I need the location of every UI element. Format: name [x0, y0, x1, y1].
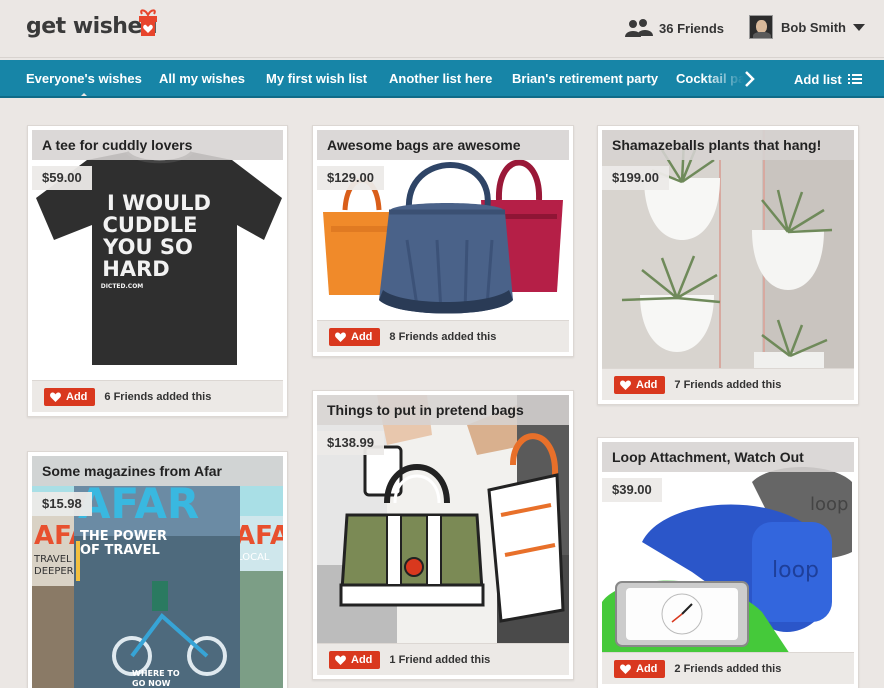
wish-card[interactable]: Things to put in pretend bags $138.99 Ad…: [312, 390, 574, 680]
friends-added-count[interactable]: 2 Friends added this: [674, 663, 781, 675]
price-tag: $138.99: [317, 431, 384, 455]
card-title[interactable]: Some magazines from Afar: [32, 456, 283, 486]
list-nav: Everyone's wishes All my wishes My first…: [0, 60, 884, 98]
mag-right-title: AFAR: [235, 521, 283, 551]
card-footer: Add 6 Friends added this: [32, 380, 283, 412]
magazines-image[interactable]: AFAR TRAVEL DEEPER AFAR LOCAL AFAR THE P…: [32, 456, 283, 688]
card-title[interactable]: Things to put in pretend bags: [317, 395, 569, 425]
tab-another-list-here[interactable]: Another list here: [389, 60, 492, 96]
chevron-down-icon: [853, 23, 865, 31]
mag-front-head-1: THE POWER: [80, 529, 167, 544]
loop-logo-gray: loop: [810, 494, 848, 515]
loop-logo-blue: loop: [772, 558, 819, 583]
add-label: Add: [351, 330, 373, 343]
user-menu[interactable]: Bob Smith: [749, 14, 865, 40]
friends-added-count[interactable]: 7 Friends added this: [674, 379, 781, 391]
card-footer: Add 7 Friends added this: [602, 368, 854, 400]
price-tag: $15.98: [32, 492, 92, 516]
wish-card[interactable]: Shamazeballs plants that hang! $199.00 A…: [597, 125, 859, 405]
add-list-button[interactable]: Add list: [794, 60, 862, 96]
mag-left-line-2: DEEPER: [34, 566, 74, 577]
mag-front-head-2: OF TRAVEL: [80, 543, 160, 558]
add-button[interactable]: Add: [614, 659, 666, 678]
friends-link[interactable]: 36 Friends: [625, 18, 724, 38]
wish-card[interactable]: Awesome bags are awesome $129.00 Add 8 F…: [312, 125, 574, 357]
friends-added-count[interactable]: 6 Friends added this: [104, 391, 211, 403]
add-button[interactable]: Add: [329, 650, 381, 669]
tab-all-my-wishes[interactable]: All my wishes: [159, 60, 245, 96]
user-name: Bob Smith: [781, 19, 846, 35]
heart-icon: [620, 379, 631, 390]
heart-icon: [335, 331, 346, 342]
wish-card[interactable]: A tee for cuddly lovers $59.00 I WOULD C…: [27, 125, 288, 417]
mag-front-foot-1: WHERE TO: [132, 669, 180, 678]
card-footer: Add 1 Friend added this: [317, 643, 569, 675]
card-title[interactable]: Shamazeballs plants that hang!: [602, 130, 854, 160]
friends-added-count[interactable]: 8 Friends added this: [389, 331, 496, 343]
shirt-text-4: HARD: [102, 257, 169, 281]
chevron-right-icon[interactable]: [742, 70, 756, 88]
add-label: Add: [351, 653, 373, 666]
heart-icon: [620, 663, 631, 674]
shirt-text-1: I WOULD: [107, 191, 211, 215]
friends-count: 36 Friends: [659, 20, 725, 36]
tab-cocktail-party-label: Cocktail party: [676, 71, 744, 86]
gift-icon: [139, 9, 157, 36]
card-footer: Add 8 Friends added this: [317, 320, 569, 352]
price-tag: $199.00: [602, 166, 669, 190]
card-title[interactable]: Awesome bags are awesome: [317, 130, 569, 160]
add-label: Add: [636, 662, 658, 675]
card-footer: Add 2 Friends added this: [602, 652, 854, 684]
shirt-small-text: DICTED.COM: [101, 283, 144, 290]
add-button[interactable]: Add: [44, 387, 96, 406]
add-label: Add: [66, 390, 88, 403]
tab-my-first-wish-list[interactable]: My first wish list: [266, 60, 367, 96]
card-title[interactable]: Loop Attachment, Watch Out: [602, 442, 854, 472]
price-tag: $39.00: [602, 478, 662, 502]
tab-everyones-wishes[interactable]: Everyone's wishes: [26, 60, 142, 96]
wish-card[interactable]: Loop Attachment, Watch Out $39.00 loop l…: [597, 437, 859, 688]
mag-front-foot-2: GO NOW: [132, 679, 171, 688]
heart-icon: [335, 654, 346, 665]
mag-front-title: AFAR: [78, 479, 199, 528]
add-label: Add: [636, 378, 658, 391]
card-title[interactable]: A tee for cuddly lovers: [32, 130, 283, 160]
shirt-text-3: YOU SO: [102, 235, 193, 259]
list-icon: [847, 74, 862, 84]
wish-card[interactable]: Some magazines from Afar $15.98 AFAR TRA…: [27, 451, 288, 688]
mag-right-line: LOCAL: [237, 552, 270, 563]
header: get wished 36 Friends Bob Smith: [0, 0, 884, 58]
price-tag: $59.00: [32, 166, 92, 190]
friends-added-count[interactable]: 1 Friend added this: [389, 654, 490, 666]
avatar: [749, 15, 773, 39]
friends-icon: [625, 19, 653, 37]
add-list-label: Add list: [794, 71, 842, 87]
tab-brians-retirement-party[interactable]: Brian's retirement party: [512, 60, 658, 96]
price-tag: $129.00: [317, 166, 384, 190]
tab-cocktail-party[interactable]: Cocktail party: [676, 60, 744, 96]
heart-icon: [50, 391, 61, 402]
mag-left-line-1: TRAVEL: [33, 554, 72, 565]
add-button[interactable]: Add: [614, 375, 666, 394]
add-button[interactable]: Add: [329, 327, 381, 346]
shirt-text-2: CUDDLE: [102, 213, 197, 237]
